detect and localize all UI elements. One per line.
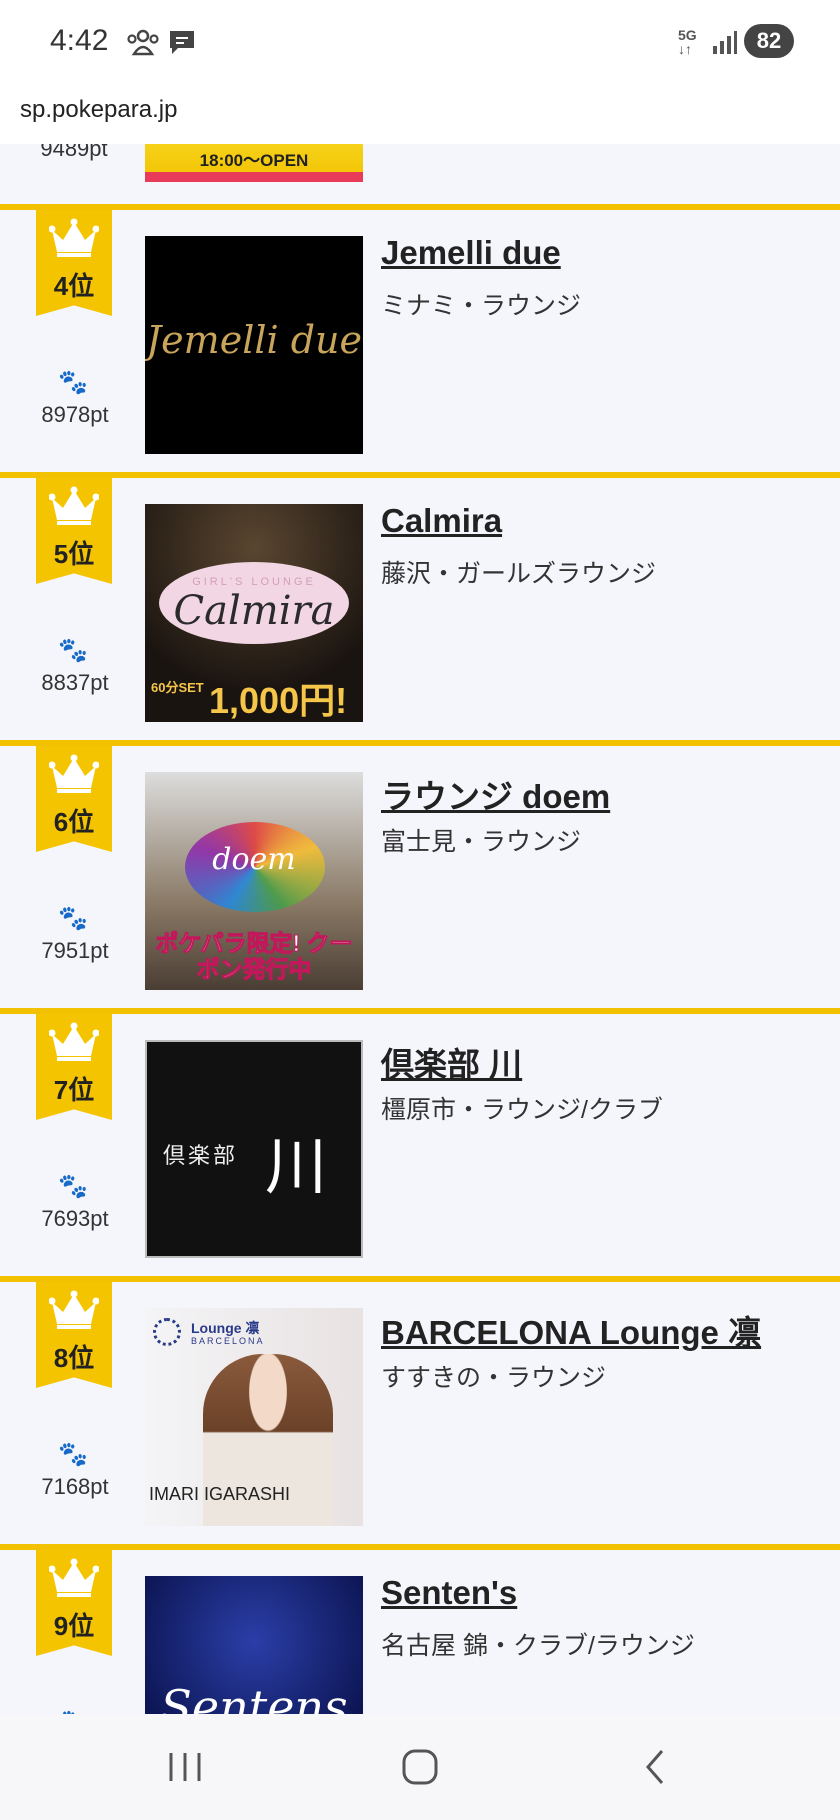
shop-name-link[interactable]: Jemelli due — [381, 234, 561, 272]
recent-apps-icon — [169, 1753, 201, 1781]
rank-badge: 5位 — [36, 478, 112, 584]
thumbnail-set-text: 60分SET — [151, 680, 204, 695]
shop-thumbnail[interactable]: GIRL'S LOUNGE Calmira 60分SET 1,000円! — [145, 504, 363, 722]
paw-icon: 🐾 — [58, 1173, 88, 1200]
thumbnail-subtitle: GIRL'S LOUNGE — [192, 576, 316, 588]
shop-name-link[interactable]: ラウンジ doem — [381, 770, 610, 818]
url-text[interactable]: sp.pokepara.jp — [20, 96, 177, 124]
battery-indicator: 82 — [744, 24, 794, 58]
signal-icon — [713, 31, 737, 54]
thumbnail-logo-text: doem — [212, 842, 296, 877]
thumbnail-logo-text: 倶楽部 — [163, 1144, 239, 1169]
rank-label: 4位 — [53, 271, 95, 301]
back-button[interactable] — [595, 1714, 715, 1820]
crown-icon — [49, 1022, 99, 1061]
message-icon — [170, 31, 194, 54]
paw-icon: 🐾 — [58, 905, 88, 932]
paw-icon: 🐾 — [58, 369, 88, 396]
crown-icon — [49, 754, 99, 793]
points-value: 8837pt — [41, 670, 109, 695]
shop-area: 富士見・ラウンジ — [381, 828, 582, 856]
people-icon — [127, 29, 159, 56]
rank-badge: 9位 — [36, 1550, 112, 1656]
ranking-list: 9489pt 18:00～OPEN 4位 🐾 8978pt Jemelli du… — [0, 144, 840, 1714]
shop-area: ミナミ・ラウンジ — [381, 292, 582, 320]
network-indicator: 5G ↓↑ — [678, 27, 697, 57]
rank-label: 6位 — [53, 807, 95, 837]
points-value: 8978pt — [41, 402, 109, 427]
rank-label: 7位 — [53, 1075, 95, 1105]
thumbnail-logo-ring — [153, 1318, 181, 1346]
rank-label: 9位 — [53, 1611, 95, 1641]
shop-area: 橿原市・ラウンジ/クラブ — [381, 1096, 663, 1124]
shop-name-link[interactable]: Senten's — [381, 1574, 517, 1612]
navigation-bar — [0, 1714, 840, 1820]
paw-icon: 🐾 — [58, 1441, 88, 1468]
shop-thumbnail[interactable]: 倶楽部 川 — [145, 1040, 363, 1258]
thumbnail-logo-kanji: 川 — [265, 1130, 328, 1203]
thumbnail-person-name: IMARI IGARASHI — [149, 1484, 291, 1504]
rank-badge: 4位 — [36, 210, 112, 316]
ranking-row[interactable]: 8位 🐾 7168pt Lounge 凛 BARCELONA IMARI IGA… — [0, 1276, 840, 1544]
ranking-row[interactable]: 5位 🐾 8837pt GIRL'S LOUNGE Calmira 60分SET… — [0, 472, 840, 740]
thumbnail-logo-text: Sentens — [160, 1680, 348, 1714]
recent-apps-button[interactable] — [125, 1714, 245, 1820]
thumbnail-coupon-text: ポケパラ限定! クーポン発行中 — [155, 930, 353, 983]
url-bar[interactable]: sp.pokepara.jp — [0, 88, 840, 144]
thumbnail-logo-text: Calmira — [173, 588, 335, 634]
rank-badge: 6位 — [36, 746, 112, 852]
shop-thumbnail[interactable]: doem ポケパラ限定! クーポン発行中 — [145, 772, 363, 990]
points-value: 7951pt — [41, 938, 109, 963]
banner-stripe — [145, 172, 363, 182]
shop-area: 藤沢・ガールズラウンジ — [381, 560, 657, 588]
shop-area: すすきの・ラウンジ — [381, 1364, 607, 1392]
crown-icon — [49, 486, 99, 525]
shop-thumbnail[interactable]: Jemelli due — [145, 236, 363, 454]
thumbnail-logo-text: Lounge 凛 — [191, 1320, 260, 1336]
ranking-row[interactable]: 9位 🐾 Sentens Senten's 名古屋 錦・クラブ/ラウンジ — [0, 1544, 840, 1714]
shop-area: 名古屋 錦・クラブ/ラウンジ — [381, 1632, 695, 1660]
crown-icon — [49, 1290, 99, 1329]
home-button[interactable] — [360, 1714, 480, 1820]
paw-icon: 🐾 — [58, 637, 88, 664]
thumbnail-logo-text: Jemelli due — [145, 318, 363, 362]
rank-badge: 8位 — [36, 1282, 112, 1388]
shop-name-link[interactable]: Calmira — [381, 502, 502, 540]
rank-badge: 7位 — [36, 1014, 112, 1120]
thumbnail-logo-subtext: BARCELONA — [191, 1336, 265, 1346]
points-value: 7168pt — [41, 1474, 109, 1499]
crown-icon — [49, 218, 99, 257]
banner-text: 18:00～OPEN — [199, 151, 309, 170]
rank-label: 5位 — [53, 539, 95, 569]
list-item-partial[interactable]: 9489pt 18:00～OPEN — [0, 144, 840, 206]
home-icon — [402, 1749, 438, 1785]
shop-name-link[interactable]: 倶楽部 川 — [381, 1038, 522, 1086]
status-time: 4:42 — [50, 24, 109, 57]
shop-thumbnail[interactable]: Sentens — [145, 1576, 363, 1714]
shop-name-link[interactable]: BARCELONA Lounge 凛 — [381, 1306, 761, 1354]
status-bar: 4:42 5G ↓↑ 82 — [0, 0, 840, 88]
rank-label: 8位 — [53, 1343, 95, 1373]
shop-thumbnail[interactable]: 18:00～OPEN — [145, 144, 363, 182]
ranking-row[interactable]: 6位 🐾 7951pt doem ポケパラ限定! クーポン発行中 ラウンジ do… — [0, 740, 840, 1008]
back-icon — [646, 1750, 664, 1784]
ranking-row[interactable]: 4位 🐾 8978pt Jemelli due Jemelli due ミナミ・… — [0, 204, 840, 472]
crown-icon — [49, 1558, 99, 1597]
points-value: 7693pt — [41, 1206, 109, 1231]
points-value: 9489pt — [40, 144, 108, 161]
ranking-row[interactable]: 7位 🐾 7693pt 倶楽部 川 倶楽部 川 橿原市・ラウンジ/クラブ — [0, 1008, 840, 1276]
shop-thumbnail[interactable]: Lounge 凛 BARCELONA IMARI IGARASHI — [145, 1308, 363, 1526]
thumbnail-price-text: 1,000円! — [209, 680, 348, 721]
